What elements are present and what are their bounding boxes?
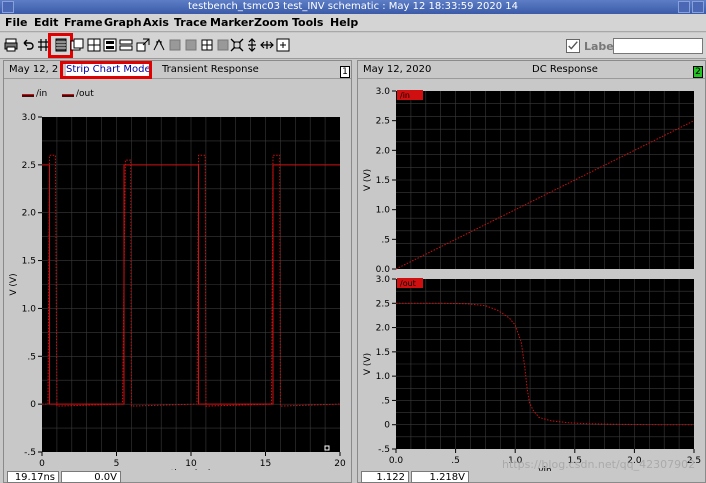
y-tick-label: 2.0 bbox=[376, 146, 391, 156]
legend-swatch-out bbox=[62, 94, 74, 97]
subwindow-number[interactable]: 2 bbox=[693, 66, 703, 78]
new-window-icon[interactable] bbox=[70, 38, 84, 52]
y-tick-label: 2.0 bbox=[376, 324, 391, 334]
title-bar: testbench_tsmc03 test_INV schematic : Ma… bbox=[0, 0, 706, 14]
y-tick-label: -.5 bbox=[378, 445, 390, 455]
checkmark-icon bbox=[568, 41, 578, 50]
print-icon[interactable] bbox=[4, 38, 18, 52]
panel-header: May 12, 2020 DC Response 2 bbox=[358, 61, 705, 79]
pan-horizontal-icon[interactable] bbox=[260, 38, 274, 52]
label-input[interactable] bbox=[613, 38, 703, 54]
y-tick-label: 1.5 bbox=[376, 176, 390, 186]
y-tick-label: 1.0 bbox=[22, 304, 37, 314]
y-tick-label: 3.0 bbox=[376, 87, 391, 97]
menu-tools[interactable]: Tools bbox=[292, 16, 323, 30]
x-tick-label: 10 bbox=[185, 459, 197, 469]
fit-icon[interactable] bbox=[230, 38, 244, 52]
layout-icon[interactable] bbox=[103, 38, 117, 52]
dc-panel[interactable]: May 12, 2020 DC Response 2 0.0 .5 1.0 1.5 2.… bbox=[357, 60, 706, 483]
y-tick-label: 2.5 bbox=[22, 161, 36, 171]
x-tick-label: 15 bbox=[260, 459, 271, 469]
legend-swatch-in bbox=[22, 94, 34, 97]
x-axis-label: time (ns) bbox=[171, 469, 212, 470]
y-axis-label: V (V) bbox=[9, 273, 19, 295]
transient-panel[interactable]: May 12, 2 Strip Chart Mode Transient Res… bbox=[3, 60, 352, 483]
zoom-box-icon[interactable] bbox=[168, 38, 182, 52]
dc-out-chart[interactable]: -.50.51.01.52.02.53.00.0.5 1.0 1.5 2.0 2.5V … bbox=[358, 271, 706, 471]
menu-bar: File Edit Frame Graph Axis Trace Marker … bbox=[0, 14, 706, 32]
pan-vertical-icon[interactable] bbox=[245, 38, 259, 52]
y-tick-label: .5 bbox=[381, 235, 390, 245]
cursor-y-readout: 1.218V bbox=[411, 471, 469, 483]
panel-date: May 12, 2020 bbox=[363, 64, 432, 75]
x-tick-label: 5 bbox=[114, 459, 120, 469]
toolbar: Label bbox=[0, 33, 706, 59]
menu-file[interactable]: File bbox=[5, 16, 28, 30]
window-menu-button[interactable] bbox=[2, 1, 14, 13]
x-tick-label: 20 bbox=[334, 459, 346, 469]
menu-axis[interactable]: Axis bbox=[143, 16, 169, 30]
y-axis-label: V (V) bbox=[363, 169, 373, 191]
y-axis-label: V (V) bbox=[363, 353, 373, 375]
maximize-button[interactable] bbox=[692, 1, 704, 13]
legend-label-out: /out bbox=[76, 89, 94, 99]
series-tag-label: /out bbox=[400, 279, 416, 288]
y-tick-label: 1.5 bbox=[22, 257, 36, 267]
series-tag-label: /in bbox=[400, 91, 410, 100]
y-tick-label: 1.5 bbox=[376, 348, 390, 358]
menu-marker[interactable]: Marker bbox=[210, 16, 254, 30]
cursor-y-readout: 0.0V bbox=[61, 471, 121, 483]
cursor-x-readout: 1.122 bbox=[361, 471, 409, 483]
legend-label-in: /in bbox=[36, 89, 48, 99]
y-tick-label: -.5 bbox=[24, 448, 36, 458]
panel-title: DC Response bbox=[532, 64, 598, 75]
add-subwindow-icon[interactable] bbox=[87, 38, 101, 52]
subwindow-number[interactable]: 1 bbox=[340, 66, 350, 78]
y-tick-label: 2.0 bbox=[22, 209, 37, 219]
label-icon[interactable] bbox=[152, 38, 166, 52]
y-tick-label: 1.0 bbox=[376, 206, 391, 216]
watermark: https://blog.csdn.net/qq_42307902 bbox=[502, 458, 696, 471]
transient-chart[interactable]: -.50.51.01.52.02.53.005101520V (V)time (… bbox=[4, 107, 353, 470]
panel-header: May 12, 2 Strip Chart Mode Transient Res… bbox=[4, 61, 351, 79]
undo-icon[interactable] bbox=[21, 38, 35, 52]
menu-zoom[interactable]: Zoom bbox=[254, 16, 289, 30]
minimize-button[interactable] bbox=[678, 1, 690, 13]
x-tick-label: 0.0 bbox=[389, 456, 404, 466]
window-title: testbench_tsmc03 test_INV schematic : Ma… bbox=[188, 1, 518, 12]
zoom-x-icon[interactable] bbox=[184, 38, 198, 52]
y-tick-label: .5 bbox=[381, 396, 390, 406]
y-tick-label: 2.5 bbox=[376, 299, 390, 309]
y-tick-label: 0 bbox=[384, 421, 390, 431]
panel-date: May 12, 2 bbox=[9, 64, 59, 75]
x-tick-label: .5 bbox=[451, 456, 460, 466]
label-checkbox[interactable] bbox=[566, 39, 580, 53]
menu-help[interactable]: Help bbox=[330, 16, 358, 30]
y-tick-label: 1.0 bbox=[376, 372, 391, 382]
y-tick-label: 3.0 bbox=[22, 113, 37, 123]
zoom-fit-icon[interactable] bbox=[276, 38, 290, 52]
expand-icon[interactable] bbox=[136, 38, 150, 52]
y-tick-label: 2.5 bbox=[376, 117, 390, 127]
crosshair-icon[interactable] bbox=[200, 38, 214, 52]
y-tick-label: .5 bbox=[27, 352, 36, 362]
mode-highlight bbox=[60, 61, 152, 79]
stack-icon[interactable] bbox=[119, 38, 133, 52]
panel-title: Transient Response bbox=[162, 64, 259, 75]
y-tick-label: 0 bbox=[30, 400, 36, 410]
y-tick-label: 3.0 bbox=[376, 275, 391, 285]
menu-frame[interactable]: Frame bbox=[64, 16, 103, 30]
menu-trace[interactable]: Trace bbox=[174, 16, 207, 30]
menu-edit[interactable]: Edit bbox=[34, 16, 58, 30]
measure-icon[interactable] bbox=[216, 38, 230, 52]
dc-in-chart[interactable]: 0.0.51.01.52.02.53.0V (V)/in bbox=[358, 81, 706, 273]
x-tick-label: 0 bbox=[39, 459, 45, 469]
cursor-x-readout: 19.17ns bbox=[7, 471, 59, 483]
menu-graph[interactable]: Graph bbox=[104, 16, 142, 30]
